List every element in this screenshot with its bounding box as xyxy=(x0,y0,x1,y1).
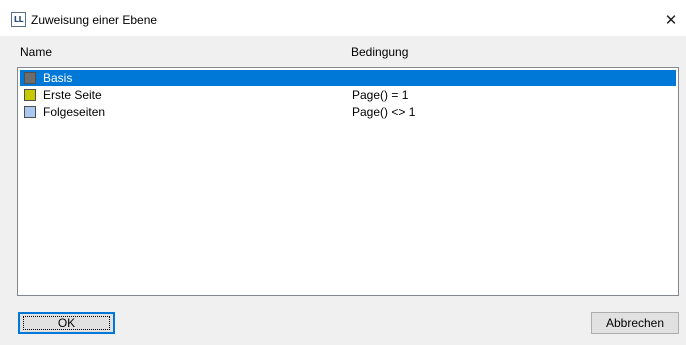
layer-name: Folgeseiten xyxy=(43,105,106,119)
close-icon[interactable]: ✕ xyxy=(656,6,686,36)
layer-condition: Page() <> 1 xyxy=(352,105,416,119)
list-item[interactable]: Folgeseiten Page() <> 1 xyxy=(20,104,676,120)
list-item[interactable]: Erste Seite Page() = 1 xyxy=(20,87,676,103)
layer-color-swatch xyxy=(24,106,36,118)
layer-name: Erste Seite xyxy=(43,88,102,102)
layer-list[interactable]: Basis Erste Seite Page() = 1 Folgeseiten… xyxy=(17,67,679,296)
app-icon: LL xyxy=(11,12,26,27)
cancel-button[interactable]: Abbrechen xyxy=(591,312,679,334)
layer-name: Basis xyxy=(43,71,73,85)
list-item[interactable]: Basis xyxy=(20,70,676,86)
layer-color-swatch xyxy=(24,89,36,101)
column-header-condition: Bedingung xyxy=(351,45,409,59)
layer-condition: Page() = 1 xyxy=(352,88,409,102)
dialog-window: LL Zuweisung einer Ebene ✕ Name Bedingun… xyxy=(0,0,686,345)
layer-color-swatch xyxy=(24,72,36,84)
focus-rect xyxy=(23,316,110,330)
title-bar[interactable]: LL Zuweisung einer Ebene ✕ xyxy=(0,6,686,36)
window-title: Zuweisung einer Ebene xyxy=(31,13,158,27)
column-header-name: Name xyxy=(20,45,53,59)
ok-button[interactable]: OK xyxy=(18,312,115,334)
